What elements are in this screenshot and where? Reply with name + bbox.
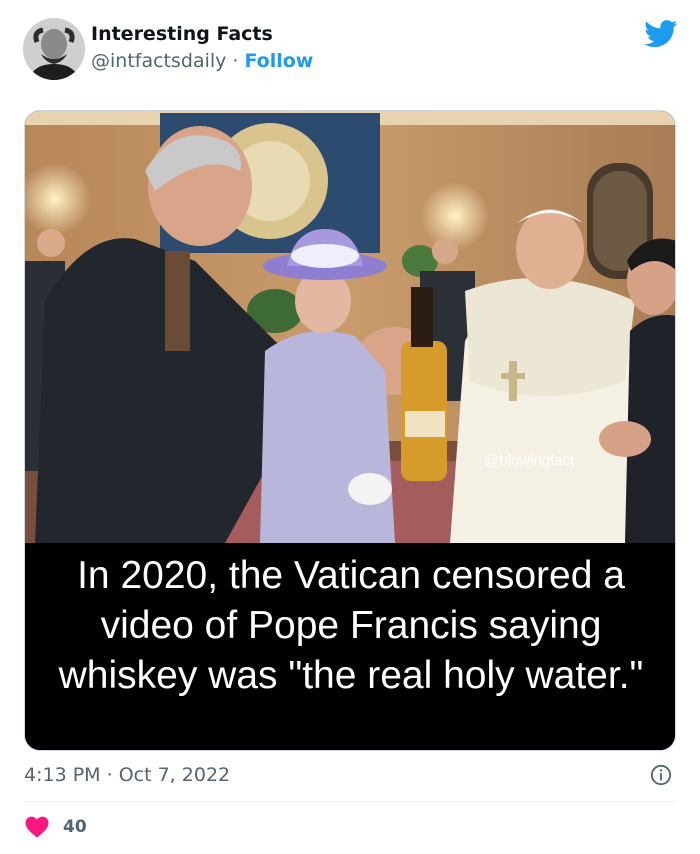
avatar-portrait (23, 18, 85, 80)
like-count: 40 (63, 817, 87, 837)
tweet-time: 4:13 PM (24, 764, 101, 786)
timestamp-separator: · (106, 764, 113, 786)
media-watermark: @blowingfact (484, 452, 575, 469)
tweet-timestamp[interactable]: 4:13 PM · Oct 7, 2022 (24, 764, 230, 786)
tweet-card: Interesting Facts @intfactsdaily · Follow (0, 0, 700, 854)
media-caption: In 2020, the Vatican censored a video of… (58, 554, 644, 697)
author-name[interactable]: Interesting Facts (91, 23, 273, 45)
info-icon[interactable] (650, 764, 672, 786)
twitter-bird-icon[interactable] (644, 20, 678, 48)
media-photo (25, 111, 675, 543)
heart-icon[interactable] (25, 816, 49, 838)
like-action[interactable]: 40 (25, 816, 87, 838)
footer-divider (24, 801, 676, 802)
handle-separator: · (232, 50, 239, 72)
avatar[interactable] (23, 18, 85, 80)
follow-button[interactable]: Follow (244, 50, 313, 72)
tweet-media[interactable]: @blowingfact In 2020, the Vatican censor… (24, 110, 676, 751)
tweet-date: Oct 7, 2022 (118, 764, 231, 786)
author-handle-row: @intfactsdaily · Follow (91, 50, 313, 72)
author-handle[interactable]: @intfactsdaily (91, 50, 226, 72)
